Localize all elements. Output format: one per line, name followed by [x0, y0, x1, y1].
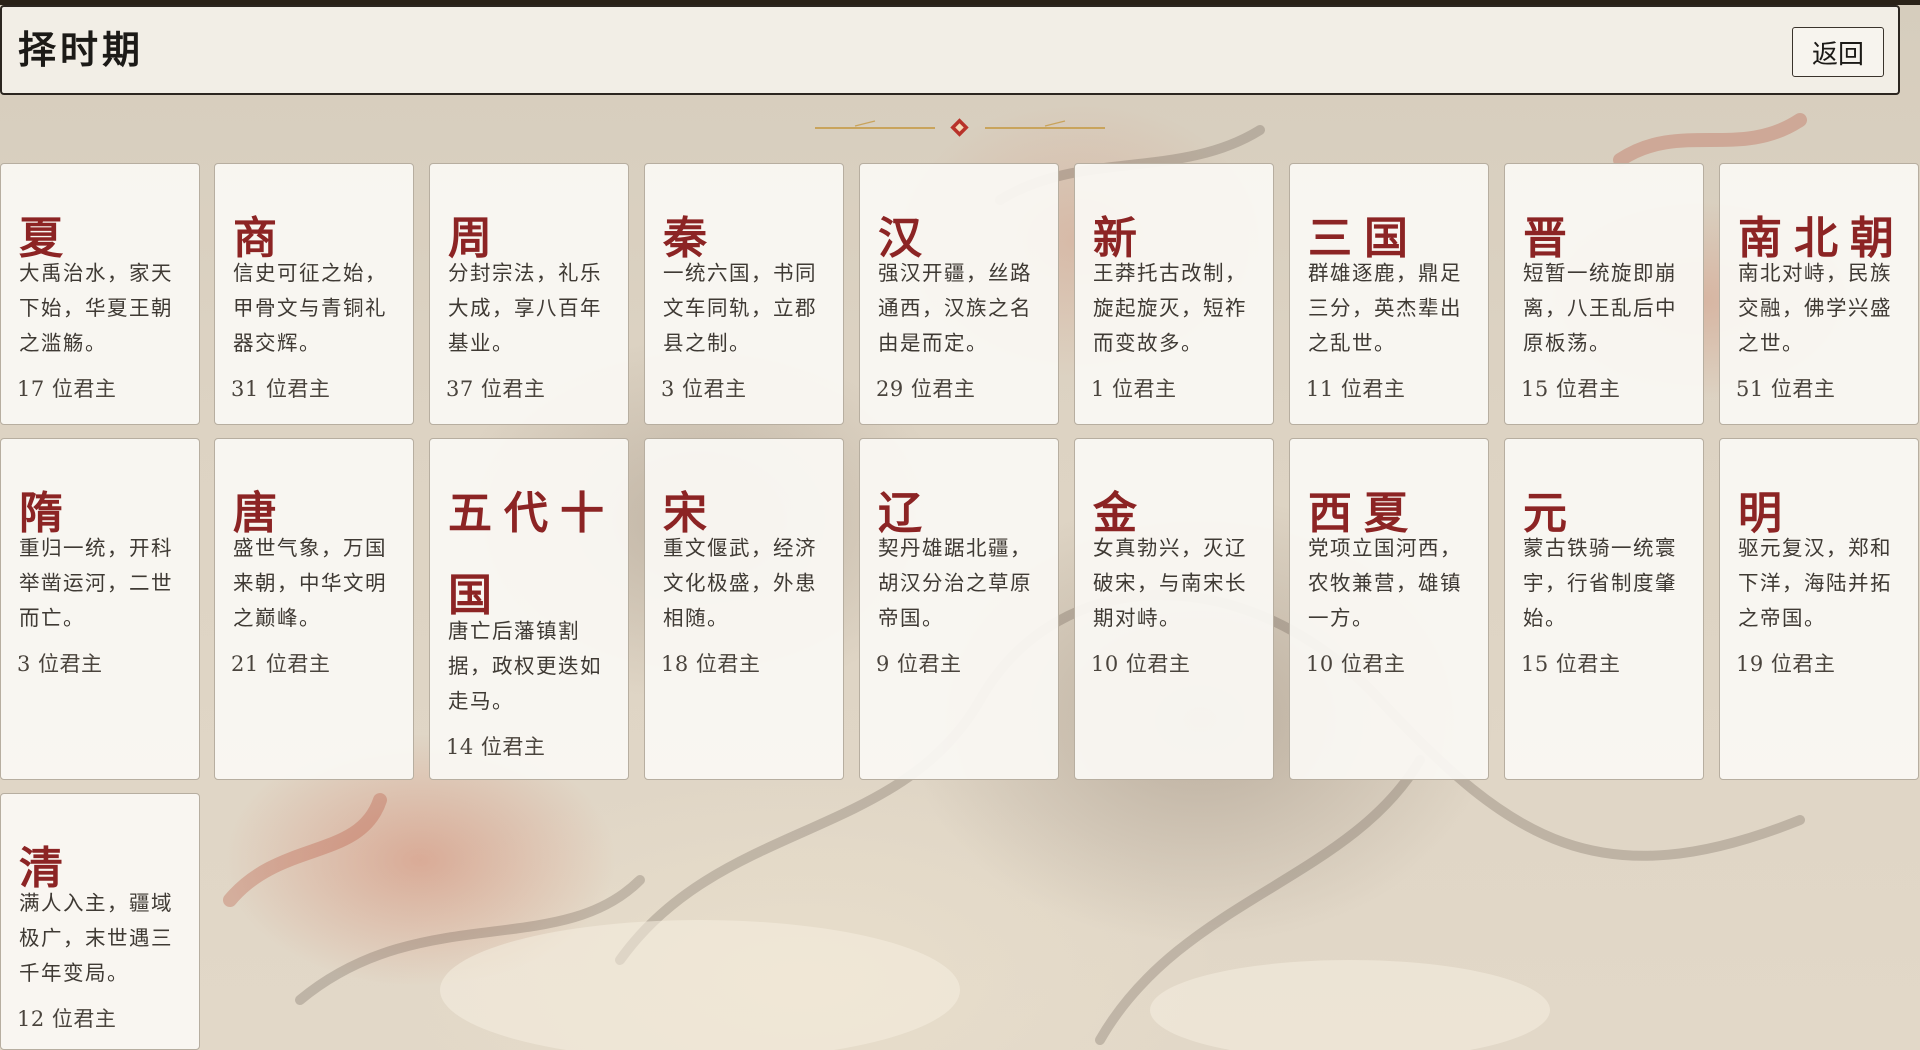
- ruler-count: 18 位君主: [661, 652, 761, 676]
- dynasty-description: 重文偃武，经济文化极盛，外患相随。: [663, 536, 817, 630]
- dynasty-description: 唐亡后藩镇割据，政权更迭如走马。: [448, 619, 602, 713]
- header-bar: 择时期 返回: [0, 5, 1900, 95]
- dynasty-card[interactable]: 汉强汉开疆，丝路通西，汉族之名由是而定。 29 位君主: [859, 163, 1059, 425]
- dynasty-card[interactable]: 金女真勃兴，灭辽破宋，与南宋长期对峙。 10 位君主: [1074, 438, 1274, 780]
- ruler-count: 3 位君主: [661, 377, 747, 401]
- dynasty-card[interactable]: 西夏 党项立国河西，农牧兼营，雄镇一方。 10 位君主: [1289, 438, 1489, 780]
- ruler-count: 15 位君主: [1521, 652, 1621, 676]
- dynasty-card[interactable]: 元蒙古铁骑一统寰宇，行省制度肇始。 15 位君主: [1504, 438, 1704, 780]
- dynasty-card[interactable]: 周分封宗法，礼乐大成，享八百年基业。 37 位君主: [429, 163, 629, 425]
- dynasty-card[interactable]: 明驱元复汉，郑和下洋，海陆并拓之帝国。 19 位君主: [1719, 438, 1919, 780]
- ruler-count: 31 位君主: [231, 377, 331, 401]
- dynasty-description: 分封宗法，礼乐大成，享八百年基业。: [448, 261, 602, 355]
- dynasty-description: 信史可征之始，甲骨文与青铜礼器交辉。: [233, 261, 387, 355]
- ruler-count: 15 位君主: [1521, 377, 1621, 401]
- dynasty-description: 蒙古铁骑一统寰宇，行省制度肇始。: [1523, 536, 1677, 630]
- dynasty-description: 群雄逐鹿，鼎足三分，英杰辈出之乱世。: [1308, 261, 1462, 355]
- dynasty-description: 一统六国，书同文车同轨，立郡县之制。: [663, 261, 817, 355]
- dynasty-card[interactable]: 宋重文偃武，经济文化极盛，外患相随。 18 位君主: [644, 438, 844, 780]
- dynasty-description: 大禹治水，家天下始，华夏王朝之滥觞。: [19, 261, 173, 355]
- dynasty-card[interactable]: 五代十国 唐亡后藩镇割据，政权更迭如走马。 14 位君主: [429, 438, 629, 780]
- dynasty-card[interactable]: 商信史可征之始，甲骨文与青铜礼器交辉。 31 位君主: [214, 163, 414, 425]
- page-title: 择时期: [18, 27, 145, 72]
- dynasty-description: 南北对峙，民族交融，佛学兴盛之世。: [1738, 261, 1892, 355]
- dynasty-description: 王莽托古改制，旋起旋灭，短祚而变故多。: [1093, 261, 1247, 355]
- dynasty-description: 党项立国河西，农牧兼营，雄镇一方。: [1308, 536, 1462, 630]
- dynasty-card[interactable]: 三国 群雄逐鹿，鼎足三分，英杰辈出之乱世。 11 位君主: [1289, 163, 1489, 425]
- dynasty-description: 盛世气象，万国来朝，中华文明之巅峰。: [233, 536, 387, 630]
- ruler-count: 1 位君主: [1091, 377, 1177, 401]
- dynasty-description: 满人入主，疆域极广，末世遇三千年变局。: [19, 891, 173, 985]
- dynasty-description: 短暂一统旋即崩离，八王乱后中原板荡。: [1523, 261, 1677, 355]
- dynasty-card[interactable]: 清满人入主，疆域极广，末世遇三千年变局。 12 位君主: [0, 793, 200, 1050]
- dynasty-card[interactable]: 新王莽托古改制，旋起旋灭，短祚而变故多。 1 位君主: [1074, 163, 1274, 425]
- dynasty-card[interactable]: 唐盛世气象，万国来朝，中华文明之巅峰。 21 位君主: [214, 438, 414, 780]
- ruler-count: 51 位君主: [1736, 377, 1836, 401]
- dynasty-card[interactable]: 南北朝 南北对峙，民族交融，佛学兴盛之世。 51 位君主: [1719, 163, 1919, 425]
- ruler-count: 29 位君主: [876, 377, 976, 401]
- ornamental-divider: [815, 118, 1105, 137]
- ruler-count: 21 位君主: [231, 652, 331, 676]
- dynasty-card[interactable]: 隋重归一统，开科举凿运河，二世而亡。 3 位君主: [0, 438, 200, 780]
- dynasty-description: 女真勃兴，灭辽破宋，与南宋长期对峙。: [1093, 536, 1247, 630]
- ruler-count: 3 位君主: [17, 652, 103, 676]
- ruler-count: 11 位君主: [1306, 377, 1406, 401]
- ruler-count: 9 位君主: [876, 652, 962, 676]
- dynasty-name: 五代十国: [448, 488, 616, 621]
- dynasty-description: 契丹雄踞北疆，胡汉分治之草原帝国。: [878, 536, 1032, 630]
- dynasty-description: 强汉开疆，丝路通西，汉族之名由是而定。: [878, 261, 1032, 355]
- dynasty-card[interactable]: 辽契丹雄踞北疆，胡汉分治之草原帝国。 9 位君主: [859, 438, 1059, 780]
- ruler-count: 12 位君主: [17, 1007, 117, 1031]
- ruler-count: 10 位君主: [1306, 652, 1406, 676]
- ruler-count: 19 位君主: [1736, 652, 1836, 676]
- dynasty-description: 重归一统，开科举凿运河，二世而亡。: [19, 536, 173, 630]
- back-button[interactable]: 返回: [1792, 27, 1884, 77]
- ruler-count: 17 位君主: [17, 377, 117, 401]
- ruler-count: 37 位君主: [446, 377, 546, 401]
- dynasty-description: 驱元复汉，郑和下洋，海陆并拓之帝国。: [1738, 536, 1892, 630]
- ruler-count: 14 位君主: [446, 735, 546, 759]
- dynasty-card[interactable]: 晋短暂一统旋即崩离，八王乱后中原板荡。 15 位君主: [1504, 163, 1704, 425]
- ruler-count: 10 位君主: [1091, 652, 1191, 676]
- dynasty-card[interactable]: 夏大禹治水，家天下始，华夏王朝之滥觞。 17 位君主: [0, 163, 200, 425]
- dynasty-card[interactable]: 秦一统六国，书同文车同轨，立郡县之制。 3 位君主: [644, 163, 844, 425]
